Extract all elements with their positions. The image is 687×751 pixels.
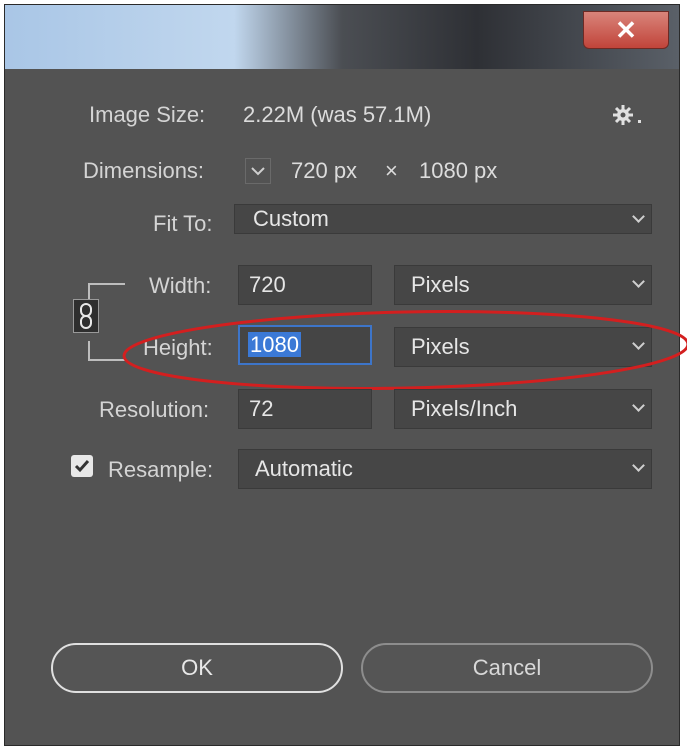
chevron-down-icon [633, 279, 643, 289]
gear-icon[interactable] [611, 102, 643, 128]
title-bar[interactable]: ✕ [5, 5, 679, 69]
dimensions-label: Dimensions: [83, 158, 205, 183]
annotation-ellipse [122, 310, 687, 390]
fit-to-label: Fit To: [153, 211, 213, 236]
dimensions-chevron-icon[interactable] [245, 158, 271, 184]
dimensions-height: 1080 px [419, 158, 498, 183]
close-button[interactable]: ✕ [583, 11, 669, 49]
image-size-value: 2.22M (was 57.1M) [243, 102, 432, 127]
resolution-unit-select[interactable]: Pixels/Inch [394, 389, 652, 429]
resample-select[interactable]: Automatic [238, 449, 652, 489]
width-unit-select[interactable]: Pixels [394, 265, 652, 305]
resample-label: Resample: [108, 457, 214, 482]
image-size-label: Image Size: [89, 102, 206, 127]
checkmark-icon [74, 460, 90, 473]
image-size-dialog: ✕ Image Size: 2.22M (was 57.1M) Dimensio… [4, 4, 687, 746]
cancel-button-label: Cancel [472, 655, 542, 680]
chevron-down-icon [633, 463, 643, 473]
link-chain-icon[interactable] [73, 299, 99, 333]
width-unit-value: Pixels [411, 272, 470, 297]
width-input[interactable]: 720 [238, 265, 372, 305]
dimensions-width: 720 px [291, 158, 358, 183]
cancel-button[interactable]: Cancel [361, 643, 653, 693]
width-label: Width: [149, 273, 212, 298]
fit-to-select[interactable]: Custom [234, 204, 652, 234]
resample-checkbox[interactable] [71, 455, 93, 477]
close-icon: ✕ [615, 14, 637, 45]
ok-button[interactable]: OK [51, 643, 343, 693]
chevron-down-icon [633, 403, 643, 413]
resolution-input[interactable]: 72 [238, 389, 372, 429]
resolution-label: Resolution: [99, 397, 210, 422]
resolution-unit-value: Pixels/Inch [411, 396, 518, 421]
dimensions-times: × [385, 158, 398, 183]
fit-to-value: Custom [253, 206, 329, 231]
ok-button-label: OK [181, 655, 213, 680]
dialog-body: Image Size: 2.22M (was 57.1M) Dimensions… [11, 69, 687, 739]
chevron-down-icon [633, 214, 643, 224]
resample-value: Automatic [255, 456, 353, 481]
